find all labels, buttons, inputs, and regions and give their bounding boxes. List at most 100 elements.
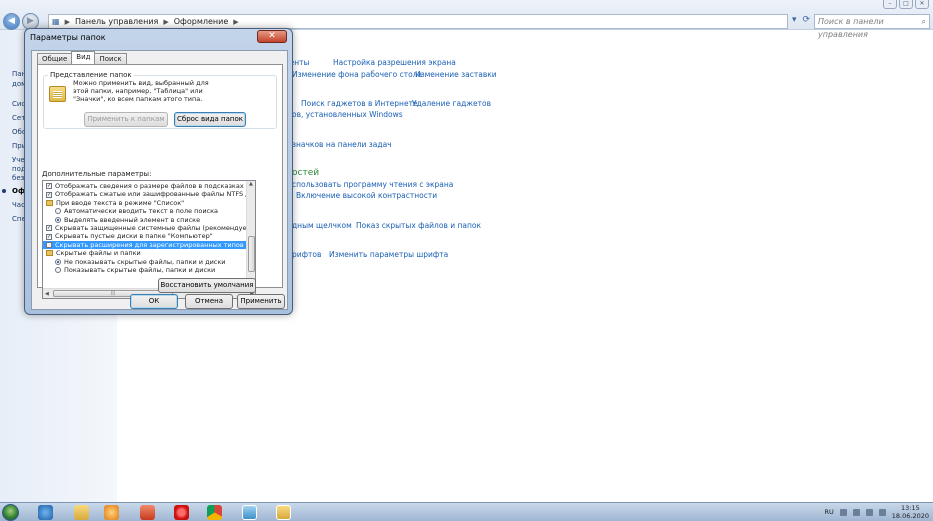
breadcrumb-separator-icon: ▶ <box>64 17 70 26</box>
advanced-setting-row[interactable]: ✓ Отображать сведения о размере файлов в … <box>43 182 247 190</box>
checkbox[interactable]: ✓ <box>46 183 52 190</box>
tab-general[interactable]: Общие <box>37 53 73 64</box>
advanced-setting-row[interactable]: ✓ Скрывать пустые диски в папке "Компьюте… <box>43 232 247 240</box>
tray-app-icon[interactable] <box>852 508 860 516</box>
address-bar[interactable]: ▦ ▶ Панель управления ▶ Оформление ▶ <box>48 14 788 29</box>
checkbox[interactable]: ✓ <box>46 225 52 232</box>
breadcrumb-separator-icon: ▶ <box>163 17 169 26</box>
advanced-setting-row[interactable]: Скрытые файлы и папки <box>43 249 247 257</box>
cp-link-single-click[interactable]: дным щелчком <box>292 221 352 230</box>
advanced-setting-label: Скрытые файлы и папки <box>56 249 141 258</box>
dialog-close-button[interactable]: ✕ <box>257 30 287 43</box>
folder-view-icon <box>49 86 66 102</box>
chrome-icon[interactable] <box>207 505 222 520</box>
folder-options-taskbar-icon[interactable] <box>276 505 291 520</box>
clock[interactable]: 13:15 18.06.2020 <box>892 504 929 520</box>
control-panel-icon: ▦ <box>52 17 60 26</box>
dialog-title: Параметры папок <box>30 33 106 42</box>
close-window-icon[interactable]: ✕ <box>915 0 929 9</box>
internet-explorer-icon[interactable] <box>38 505 53 520</box>
advanced-setting-row[interactable]: Не показывать скрытые файлы, папки и дис… <box>43 258 247 266</box>
tab-view[interactable]: Вид <box>71 51 96 64</box>
apply-to-folders-button[interactable]: Применить к папкам <box>84 112 168 127</box>
advanced-setting-label: Выделять введенный элемент в списке <box>64 215 201 224</box>
advanced-setting-row[interactable]: Показывать скрытые файлы, папки и диски <box>43 266 247 274</box>
search-input[interactable]: Поиск в панели управления ⌕ <box>814 14 930 39</box>
breadcrumb-appearance[interactable]: Оформление <box>174 17 229 26</box>
back-button[interactable]: ◀ <box>3 13 20 30</box>
cp-heading-accessibility[interactable]: остей <box>292 168 319 178</box>
radio-button[interactable] <box>55 267 61 274</box>
advanced-setting-label: Не показывать скрытые файлы, папки и дис… <box>64 257 226 266</box>
language-indicator[interactable]: RU <box>825 508 834 516</box>
media-player-icon[interactable] <box>104 505 119 520</box>
advanced-setting-label: Скрывать расширения для зарегистрированн… <box>55 240 247 249</box>
advanced-setting-row[interactable]: Выделять введенный элемент в списке <box>43 216 247 224</box>
cp-link-font-settings[interactable]: Изменить параметры шрифта <box>329 250 448 259</box>
tab-search[interactable]: Поиск <box>94 53 127 64</box>
cp-link-installed-gadgets[interactable]: ов, установленных Windows <box>292 110 403 119</box>
control-panel-taskbar-icon[interactable] <box>242 505 257 520</box>
opera-icon[interactable] <box>174 505 189 520</box>
apply-button[interactable]: Применить <box>237 294 285 309</box>
radio-button[interactable] <box>55 208 61 215</box>
search-placeholder: Поиск в панели управления <box>818 17 884 39</box>
cp-link-screen-resolution[interactable]: Настройка разрешения экрана <box>333 58 456 67</box>
restore-defaults-button[interactable]: Восстановить умолчания <box>158 278 256 293</box>
dialog-tabs: Общие Вид Поиск <box>37 51 127 64</box>
checkbox[interactable]: ✓ <box>46 233 52 240</box>
maximize-icon[interactable]: □ <box>899 0 913 9</box>
cancel-button[interactable]: Отмена <box>185 294 233 309</box>
clock-date: 18.06.2020 <box>891 512 929 520</box>
scroll-up-icon[interactable]: ▲ <box>249 181 253 187</box>
cp-link-show-hidden-files[interactable]: Показ скрытых файлов и папок <box>356 221 481 230</box>
radio-button[interactable] <box>55 216 61 223</box>
cp-link-remove-gadgets[interactable]: Удаление гаджетов <box>412 99 491 108</box>
vertical-scrollbar[interactable]: ▲ ▼ <box>246 181 255 289</box>
start-button-icon[interactable] <box>2 504 19 521</box>
advanced-setting-label: Скрывать защищенные системные файлы (рек… <box>55 224 247 232</box>
window-controls: – □ ✕ <box>883 0 929 9</box>
view-tab-panel: Представление папок Можно применить вид,… <box>37 64 283 299</box>
advanced-setting-row[interactable]: Автоматически вводить текст в поле поиск… <box>43 207 247 215</box>
advanced-setting-row[interactable]: Скрывать расширения для зарегистрированн… <box>43 240 247 250</box>
network-icon[interactable] <box>865 508 873 516</box>
active-bullet-icon <box>2 189 6 193</box>
cp-link-fonts[interactable]: рифтов <box>292 250 321 259</box>
radio-button[interactable] <box>55 258 61 265</box>
tray-app-icon[interactable] <box>839 508 847 516</box>
checkbox[interactable]: ✓ <box>46 191 52 198</box>
breadcrumb-control-panel[interactable]: Панель управления <box>75 17 158 26</box>
advanced-setting-row[interactable]: ✓ Скрывать защищенные системные файлы (ре… <box>43 224 247 232</box>
cp-link-high-contrast[interactable]: Включение высокой контрастности <box>296 191 437 200</box>
cp-link-screensaver[interactable]: Изменение заставки <box>415 70 497 79</box>
folder-options-dialog: Параметры папок ✕ Общие Вид Поиск Предст… <box>24 28 293 315</box>
explorer-folder-icon[interactable] <box>74 505 89 520</box>
advanced-setting-row[interactable]: При вводе текста в режиме "Список" <box>43 199 247 207</box>
cp-link-taskbar-icons[interactable]: значков на панели задач <box>292 140 392 149</box>
advanced-setting-label: Отображать сведения о размере файлов в п… <box>55 182 247 190</box>
scroll-left-icon[interactable]: ◀ <box>45 291 49 297</box>
advanced-setting-label: Показывать скрытые файлы, папки и диски <box>64 266 216 274</box>
address-tools: ▾ ⟳ <box>792 15 810 25</box>
advanced-settings-label: Дополнительные параметры: <box>42 170 152 178</box>
advanced-setting-row[interactable]: ✓ Отображать сжатые или зашифрованные фай… <box>43 190 247 198</box>
explorer-toolbar: – □ ✕ ◀ ▶ ▦ ▶ Панель управления ▶ Оформл… <box>0 0 933 39</box>
reset-folders-button[interactable]: Сброс вида папок <box>174 112 246 127</box>
folder-icon <box>46 250 53 257</box>
app-icon[interactable] <box>140 505 155 520</box>
ok-button[interactable]: ОК <box>130 294 178 309</box>
cp-link-screen-reader[interactable]: спользовать программу чтения с экрана <box>292 180 453 189</box>
volume-icon[interactable] <box>878 508 886 516</box>
cp-link-desktop-background[interactable]: Изменение фона рабочего стола <box>292 70 422 79</box>
cp-link-gadgets-online[interactable]: Поиск гаджетов в Интернете <box>301 99 418 108</box>
search-icon[interactable]: ⌕ <box>922 15 926 28</box>
clock-time: 13:15 <box>901 504 920 512</box>
scrollbar-thumb[interactable] <box>248 236 255 272</box>
refresh-icon[interactable]: ⟳ <box>803 15 811 25</box>
system-tray: RU 13:15 18.06.2020 <box>825 504 930 520</box>
advanced-setting-label: Автоматически вводить текст в поле поиск… <box>64 207 219 216</box>
dropdown-arrow-icon[interactable]: ▾ <box>792 15 797 25</box>
minimize-icon[interactable]: – <box>883 0 897 9</box>
checkbox[interactable] <box>46 241 52 248</box>
